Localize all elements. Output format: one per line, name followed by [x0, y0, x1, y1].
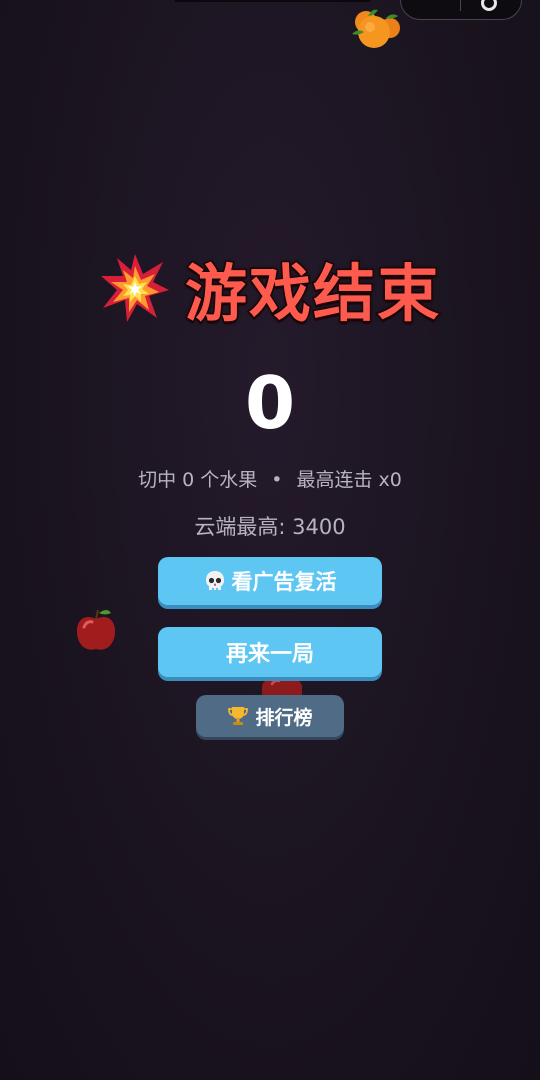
stats-separator: •: [271, 469, 283, 491]
play-again-label: 再来一局: [225, 642, 314, 667]
cloud-best-score: 云端最高: 3400: [194, 515, 346, 539]
fruits-cut-stat: 切中 0 个水果: [138, 469, 258, 491]
close-circle-icon[interactable]: [481, 0, 497, 11]
leaderboard-label: 排行榜: [255, 706, 313, 729]
round-stats: 切中 0 个水果 • 最高连击 x0: [0, 466, 540, 494]
final-score: 0: [244, 361, 296, 445]
skull-icon: [205, 571, 224, 590]
leaderboard-button[interactable]: 排行榜: [196, 695, 344, 737]
top-divider: [175, 0, 370, 2]
top-bar: [0, 0, 540, 20]
capsule-separator: [460, 0, 461, 11]
revive-button-label: 看广告复活: [231, 570, 337, 594]
apple-fruit-icon: [76, 609, 116, 650]
game-over-title: 游戏结束: [183, 256, 441, 332]
watch-ad-revive-button[interactable]: 看广告复活: [158, 557, 382, 605]
trophy-icon: [228, 707, 249, 725]
game-over-header: 游戏结束: [0, 248, 540, 332]
mini-program-capsule[interactable]: [400, 0, 522, 20]
orange-fruit-icon: [352, 9, 400, 48]
explosion-icon: [100, 254, 169, 322]
best-combo-stat: 最高连击 x0: [296, 469, 402, 491]
play-again-button[interactable]: 再来一局: [158, 627, 382, 677]
